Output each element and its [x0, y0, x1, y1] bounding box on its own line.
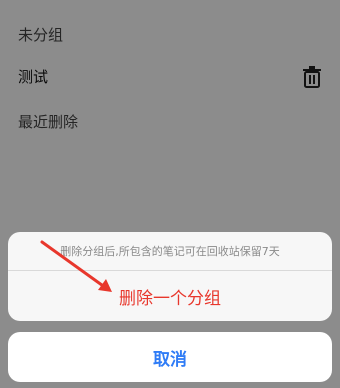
modal-overlay[interactable] — [0, 0, 340, 388]
action-sheet: 删除分组后,所包含的笔记可在回收站保留7天 删除一个分组 — [8, 232, 332, 321]
cancel-label: 取消 — [153, 349, 187, 370]
action-sheet-message: 删除分组后,所包含的笔记可在回收站保留7天 — [8, 232, 332, 271]
delete-group-button[interactable]: 删除一个分组 — [8, 271, 332, 321]
cancel-button[interactable]: 取消 — [8, 332, 332, 382]
